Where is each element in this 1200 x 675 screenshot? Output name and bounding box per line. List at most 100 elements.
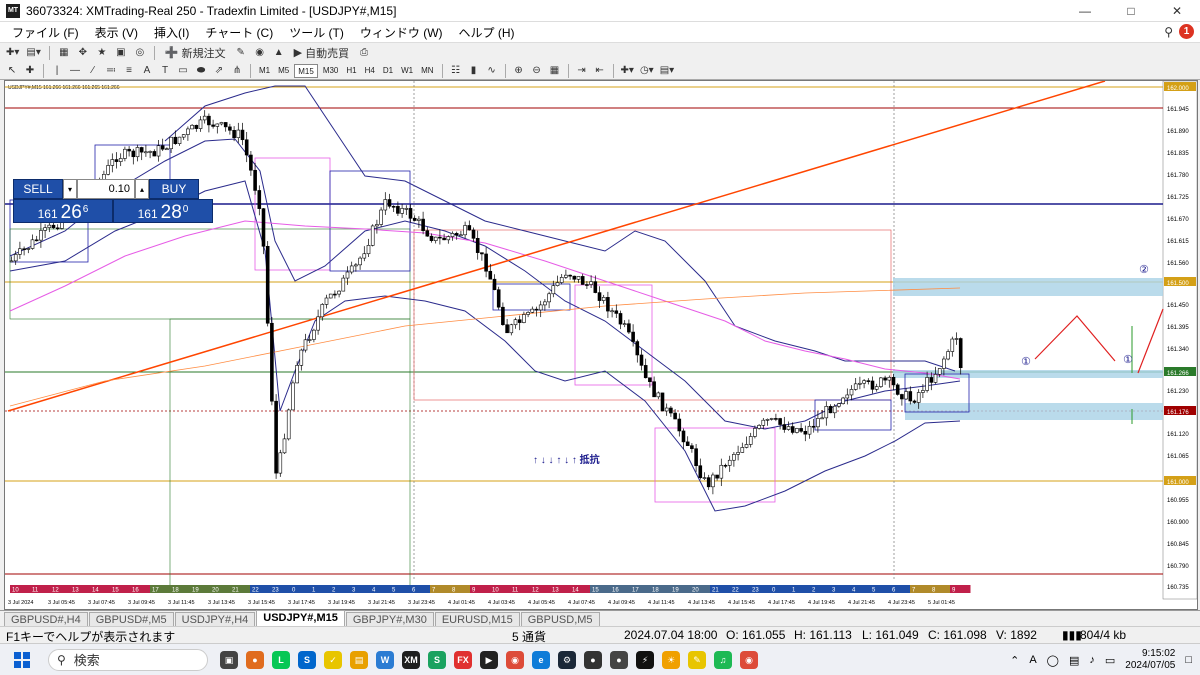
box-pink-3[interactable] [654,427,776,503]
cursor-icon[interactable]: ↖ [4,63,20,79]
crosshair-icon[interactable]: ✚ [22,63,38,79]
tray-lang[interactable]: A [1029,654,1036,666]
tv-icon[interactable]: ▶ [480,650,498,669]
arrows-icon[interactable]: ⇗ [211,63,227,79]
lot-decrease[interactable]: ▾ [63,179,77,199]
zone-upper[interactable] [893,278,1163,296]
indicators-icon[interactable]: ✚▾ [619,63,636,79]
market-watch-icon[interactable]: ▦ [56,45,72,61]
navigator-icon[interactable]: ★ [94,45,110,61]
menu-view[interactable]: 表示 (V) [87,24,146,41]
buy-button[interactable]: BUY [149,179,199,199]
menu-file[interactable]: ファイル (F) [4,24,87,41]
menu-help[interactable]: ヘルプ (H) [451,24,523,41]
tf-m15[interactable]: M15 [294,63,318,78]
windows-start-icon[interactable] [14,651,30,668]
tf-m1[interactable]: M1 [256,64,273,78]
tab-gbpusd-m5-2[interactable]: GBPUSD,M5 [520,612,600,626]
box-green-1[interactable] [9,228,411,320]
tf-h1[interactable]: H1 [343,64,359,78]
word-icon[interactable]: W [376,650,394,669]
tab-eurusd-m15[interactable]: EURUSD,M15 [434,612,520,626]
label-icon[interactable]: T [157,63,173,79]
sell-button[interactable]: SELL [13,179,63,199]
periods-icon[interactable]: ◷▾ [638,63,656,79]
menu-tools[interactable]: ツール (T) [281,24,352,41]
tray-app-icon[interactable]: ◯ [1047,654,1059,667]
tab-usdjpy-m15[interactable]: USDJPY#,M15 [256,610,345,626]
fx-icon[interactable]: FX [454,650,472,669]
minimize-button[interactable]: — [1062,0,1108,22]
close-button[interactable]: ✕ [1154,0,1200,22]
lot-input[interactable]: 0.10 [77,179,135,199]
tray-chevron-icon[interactable]: ⌃ [1010,654,1019,667]
market-icon[interactable]: ◉ [252,45,268,61]
metaeditor-icon[interactable]: ✎ [233,45,249,61]
box-blue-3[interactable] [329,170,411,272]
zoom-out-icon[interactable]: ⊖ [529,63,545,79]
zone-lower[interactable] [905,403,1163,420]
rectangle-icon[interactable]: ▭ [175,63,191,79]
tab-gbpusd-m5[interactable]: GBPUSD#,M5 [88,612,174,626]
norton-icon[interactable]: ✓ [324,650,342,669]
vertical-line-icon[interactable]: | [49,63,65,79]
tf-w1[interactable]: W1 [398,64,416,78]
horizontal-line-icon[interactable]: — [67,63,83,79]
chart-area[interactable]: USDJPY#,M15 161.266 161.266 161.265 161.… [4,80,1198,610]
new-order-button[interactable]: ➕ 新規注文 [161,45,230,61]
bar-chart-icon[interactable]: ☷ [448,63,464,79]
ellipse-icon[interactable]: ⬬ [193,63,209,79]
steam-icon[interactable]: ⚙ [558,650,576,669]
taskbar-clock[interactable]: 9:15:02 2024/07/05 [1125,648,1175,672]
tester-icon[interactable]: ◎ [132,45,148,61]
tf-m30[interactable]: M30 [320,64,342,78]
spotify-icon[interactable]: ♫ [714,650,732,669]
trendline-red[interactable] [7,81,1106,412]
chrome-icon[interactable]: ◉ [506,650,524,669]
app-icon-1[interactable]: ● [246,650,264,669]
chrome-profile-icon[interactable]: ◉ [740,650,758,669]
search-icon[interactable]: ⚲ [1164,25,1173,39]
signals-icon[interactable]: ▲ [271,45,287,61]
print-icon[interactable]: ⎙ [356,45,372,61]
tab-gbpusd-h4[interactable]: GBPUSD#,H4 [4,612,88,626]
data-window-icon[interactable]: ✥ [75,45,91,61]
alert-badge[interactable]: 1 [1179,24,1194,39]
app-icon-5[interactable]: ☀ [662,650,680,669]
taskbar-search[interactable]: ⚲ 検索 [48,648,208,671]
profiles-icon[interactable]: ▤▾ [24,45,42,61]
line-icon[interactable]: L [272,650,290,669]
tf-mn[interactable]: MN [418,64,436,78]
pitchfork-icon[interactable]: ⋔ [229,63,245,79]
trendline-icon[interactable]: ∕ [85,63,101,79]
line-chart-icon[interactable]: ∿ [484,63,500,79]
app-s-icon[interactable]: S [428,650,446,669]
buy-price[interactable]: 161 28 0 [113,199,213,223]
app-icon-2[interactable]: ● [584,650,602,669]
task-view-icon[interactable]: ▣ [220,650,238,669]
battery-icon[interactable]: ▭ [1105,654,1115,667]
projection-path[interactable] [1034,315,1116,362]
zoom-in-icon[interactable]: ⊕ [511,63,527,79]
app-icon-4[interactable]: ⚡ [636,650,654,669]
menu-insert[interactable]: 挿入(I) [146,24,197,41]
tf-h4[interactable]: H4 [362,64,378,78]
network-icon[interactable]: ▤ [1069,654,1079,667]
maximize-button[interactable]: □ [1108,0,1154,22]
box-pink-2[interactable] [574,284,653,386]
autoscroll-icon[interactable]: ⇥ [574,63,590,79]
text-icon[interactable]: A [139,63,155,79]
notification-icon[interactable]: □ [1185,654,1192,666]
new-chart-icon[interactable]: ✚▾ [4,45,21,61]
terminal-icon[interactable]: ▣ [113,45,129,61]
tf-d1[interactable]: D1 [380,64,396,78]
channel-icon[interactable]: ≕ [103,63,119,79]
skype-icon[interactable]: S [298,650,316,669]
sticky-notes-icon[interactable]: ✎ [688,650,706,669]
menu-chart[interactable]: チャート (C) [197,24,281,41]
edge-icon[interactable]: e [532,650,550,669]
app-icon-3[interactable]: ● [610,650,628,669]
box-green-2[interactable] [169,318,411,590]
fibo-icon[interactable]: ≡ [121,63,137,79]
tab-usdjpy-h4[interactable]: USDJPY#,H4 [174,612,256,626]
